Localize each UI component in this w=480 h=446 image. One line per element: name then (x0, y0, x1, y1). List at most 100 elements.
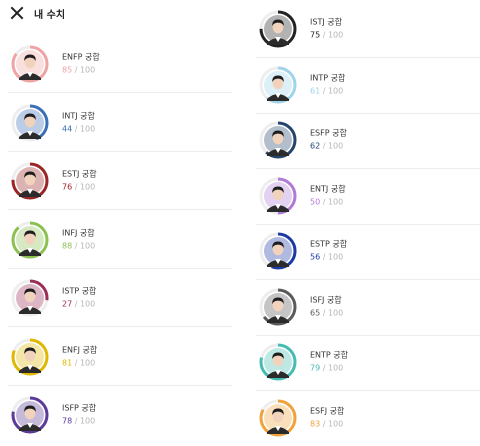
score-max: 100 (327, 308, 344, 317)
compatibility-item[interactable]: ISTP 궁합 27 / 100 (8, 269, 232, 327)
compatibility-item[interactable]: ISFJ 궁합 65 / 100 (256, 278, 480, 336)
item-label: ISTJ 궁합 (310, 17, 342, 27)
score-value: 78 (62, 416, 73, 426)
avatar (258, 287, 298, 327)
avatar (10, 220, 50, 260)
score-max: 100 (79, 241, 96, 250)
item-text: ENTP 궁합 79 / 100 (310, 351, 348, 374)
item-label: ENFP 궁합 (62, 52, 100, 62)
score-value: 83 (310, 419, 321, 428)
item-label: ESTJ 궁합 (62, 169, 97, 179)
score-max: 100 (327, 197, 344, 206)
score-value: 79 (310, 363, 321, 373)
score-separator: / (72, 124, 80, 133)
score: 62 / 100 (310, 142, 347, 152)
compatibility-item[interactable]: ESTJ 궁합 76 / 100 (8, 152, 232, 210)
score-max: 100 (79, 299, 96, 309)
score-separator: / (320, 363, 328, 373)
item-label: ESFJ 궁합 (310, 406, 345, 415)
score-max: 100 (79, 65, 96, 75)
item-label: ISFP 궁합 (62, 403, 97, 413)
compatibility-item[interactable]: ESTP 궁합 56 / 100 (256, 222, 480, 280)
score-separator: / (320, 197, 328, 206)
item-text: INFJ 궁합 88 / 100 (62, 228, 95, 251)
score-separator: / (320, 86, 328, 95)
score-separator: / (72, 358, 80, 367)
score: 50 / 100 (310, 197, 346, 207)
score-separator: / (72, 182, 80, 192)
item-text: ENFJ 궁합 81 / 100 (62, 345, 97, 368)
item-text: INTJ 궁합 44 / 100 (62, 111, 95, 134)
item-text: ENFP 궁합 85 / 100 (62, 53, 100, 76)
score-value: 50 (310, 197, 321, 206)
avatar (258, 231, 298, 271)
score-max: 100 (79, 416, 96, 426)
score-max: 100 (327, 30, 344, 40)
score: 85 / 100 (62, 66, 100, 76)
compatibility-item[interactable]: ESFJ 궁합 83 / 100 (256, 389, 476, 446)
compatibility-item[interactable]: ESFP 궁합 62 / 100 (256, 111, 480, 169)
score-value: 27 (62, 299, 73, 309)
score-separator: / (320, 141, 328, 151)
item-text: ISTP 궁합 27 / 100 (62, 287, 96, 310)
compatibility-item[interactable]: ENFP 궁합 85 / 100 (8, 35, 232, 93)
close-icon[interactable] (10, 6, 24, 20)
item-label: INTJ 궁합 (62, 111, 95, 120)
compatibility-item[interactable]: ISFP 궁합 78 / 100 (8, 386, 228, 444)
score: 79 / 100 (310, 364, 348, 374)
score-separator: / (320, 252, 328, 262)
score-value: 56 (310, 252, 321, 262)
item-text: ENTJ 궁합 50 / 100 (310, 184, 346, 207)
item-label: ENTJ 궁합 (310, 184, 346, 193)
score-value: 76 (62, 182, 73, 192)
avatar (258, 120, 298, 160)
score-value: 62 (310, 141, 321, 151)
score-separator: / (320, 30, 328, 40)
score-separator: / (320, 308, 328, 317)
item-text: ISFP 궁합 78 / 100 (62, 404, 96, 427)
compatibility-item[interactable]: ENTJ 궁합 50 / 100 (256, 167, 480, 225)
score-max: 100 (79, 358, 96, 367)
item-text: INTP 궁합 61 / 100 (310, 73, 345, 96)
compatibility-item[interactable]: INTP 궁합 61 / 100 (256, 56, 480, 114)
item-label: ENFJ 궁합 (62, 345, 98, 354)
avatar (10, 161, 50, 201)
score-value: 75 (310, 30, 321, 40)
score-max: 100 (327, 363, 344, 373)
item-label: ESTP 궁합 (310, 239, 348, 249)
avatar (10, 278, 50, 318)
score-value: 81 (62, 358, 73, 367)
score: 56 / 100 (310, 253, 347, 263)
compatibility-item[interactable]: INFJ 궁합 88 / 100 (8, 211, 232, 269)
item-label: INFJ 궁합 (62, 228, 95, 237)
item-text: ESTP 궁합 56 / 100 (310, 240, 347, 263)
avatar (10, 103, 50, 143)
compatibility-item[interactable]: ENFJ 궁합 81 / 100 (8, 328, 232, 386)
score-max: 100 (79, 124, 96, 133)
avatar (258, 9, 298, 49)
score-value: 61 (310, 86, 321, 95)
header: 내 수치 (0, 0, 240, 26)
compatibility-item[interactable]: INTJ 궁합 44 / 100 (8, 94, 232, 152)
score: 76 / 100 (62, 183, 97, 193)
compatibility-item[interactable]: ENTP 궁합 79 / 100 (256, 333, 480, 391)
score-max: 100 (327, 419, 344, 428)
item-text: ISFJ 궁합 65 / 100 (310, 295, 343, 318)
item-label: ISFJ 궁합 (310, 295, 342, 304)
score: 83 / 100 (310, 419, 344, 429)
item-text: ESFJ 궁합 83 / 100 (310, 406, 344, 429)
score-separator: / (72, 416, 80, 426)
avatar (258, 398, 298, 438)
item-label: ISTP 궁합 (62, 286, 97, 296)
score-value: 44 (62, 124, 73, 133)
score-separator: / (72, 65, 80, 75)
avatar (258, 342, 298, 382)
score-separator: / (320, 419, 328, 428)
score-max: 100 (79, 182, 96, 192)
avatar (258, 176, 298, 216)
item-label: ENTP 궁합 (310, 350, 349, 360)
score-value: 85 (62, 65, 73, 75)
compatibility-item[interactable]: ISTJ 궁합 75 / 100 (256, 0, 480, 58)
item-label: INTP 궁합 (310, 73, 346, 82)
score-max: 100 (327, 86, 344, 95)
